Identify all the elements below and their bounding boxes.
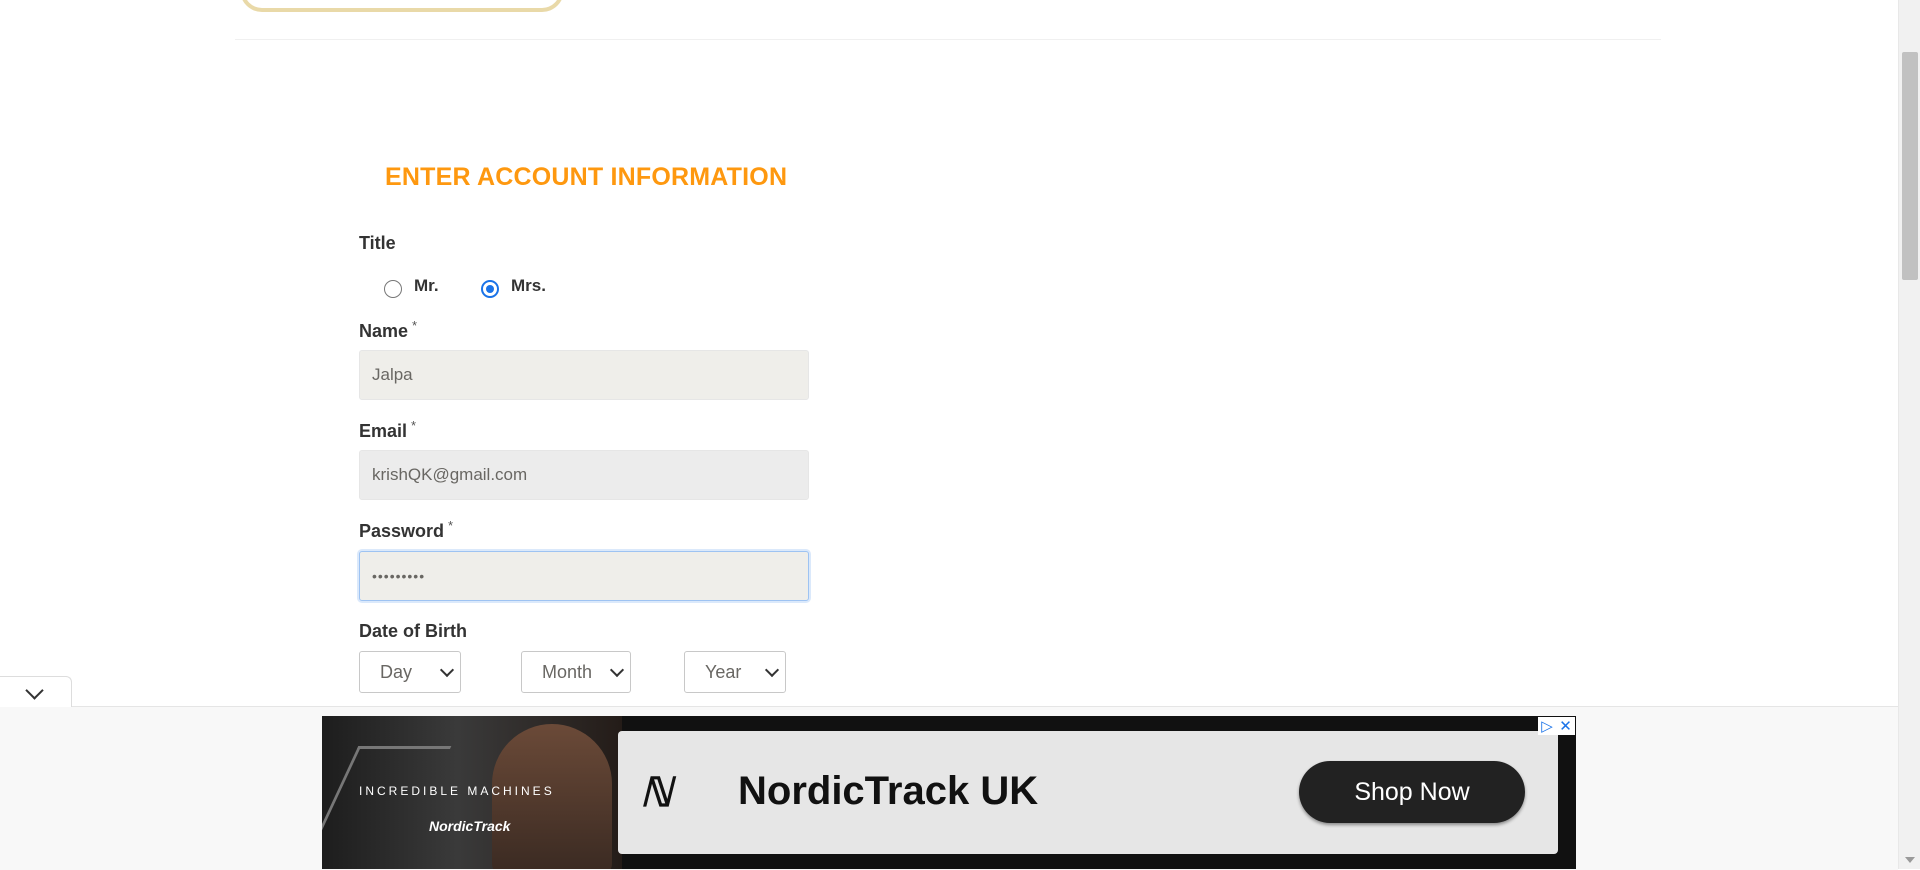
title-mr-radio[interactable] xyxy=(384,280,402,298)
dob-year-value: Year xyxy=(705,661,742,682)
ad-image: INCREDIBLE MACHINES NordicTrack xyxy=(322,716,622,869)
required-mark: * xyxy=(448,518,454,533)
dob-day-value: Day xyxy=(380,661,413,682)
scroll-down-arrow-icon[interactable] xyxy=(1905,857,1915,863)
name-label: Name * xyxy=(359,318,418,341)
scrollbar-thumb[interactable] xyxy=(1902,52,1918,280)
adchoices-icon[interactable]: ▷ xyxy=(1541,719,1553,734)
chevron-down-icon xyxy=(25,681,44,700)
header-divider xyxy=(235,39,1661,40)
email-input[interactable]: krishQK@gmail.com xyxy=(359,450,809,500)
password-label: Password * xyxy=(359,518,454,541)
name-input[interactable]: Jalpa xyxy=(359,350,809,400)
chevron-down-icon xyxy=(439,662,455,678)
ad-choices[interactable]: ▷ ✕ xyxy=(1538,717,1575,735)
close-icon[interactable]: ✕ xyxy=(1559,719,1572,734)
nordictrack-logo-icon: ℕ xyxy=(640,771,673,815)
treadmill-graphic xyxy=(322,746,452,859)
dob-month-select[interactable]: Month xyxy=(521,651,631,693)
dob-label: Date of Birth xyxy=(359,621,467,641)
ad-panel: ℕ NordicTrack UK Shop Now xyxy=(618,731,1558,854)
required-mark: * xyxy=(412,318,418,333)
site-logo-fragment[interactable] xyxy=(240,0,564,12)
required-mark: * xyxy=(411,418,417,433)
ad-banner[interactable]: INCREDIBLE MACHINES NordicTrack ℕ Nordic… xyxy=(322,716,1576,869)
title-mrs-label[interactable]: Mrs. xyxy=(511,276,546,296)
email-label: Email * xyxy=(359,418,417,441)
vertical-scrollbar[interactable] xyxy=(1898,0,1920,869)
title-mrs-radio[interactable] xyxy=(481,280,499,298)
dob-year-select[interactable]: Year xyxy=(684,651,786,693)
chevron-down-icon xyxy=(764,662,780,678)
shop-now-button[interactable]: Shop Now xyxy=(1299,761,1525,823)
ad-collapse-button[interactable] xyxy=(0,676,72,707)
dob-month-value: Month xyxy=(542,661,593,682)
ad-title: NordicTrack UK xyxy=(738,769,1039,813)
title-label: Title xyxy=(359,233,396,253)
dob-day-select[interactable]: Day xyxy=(359,651,461,693)
ad-brand-mark: NordicTrack xyxy=(429,818,511,834)
password-input[interactable]: ••••••••• xyxy=(359,551,809,601)
form-heading: ENTER ACCOUNT INFORMATION xyxy=(385,163,788,191)
ad-tagline: INCREDIBLE MACHINES xyxy=(359,784,555,798)
title-mr-label[interactable]: Mr. xyxy=(414,276,439,296)
chevron-down-icon xyxy=(609,662,625,678)
